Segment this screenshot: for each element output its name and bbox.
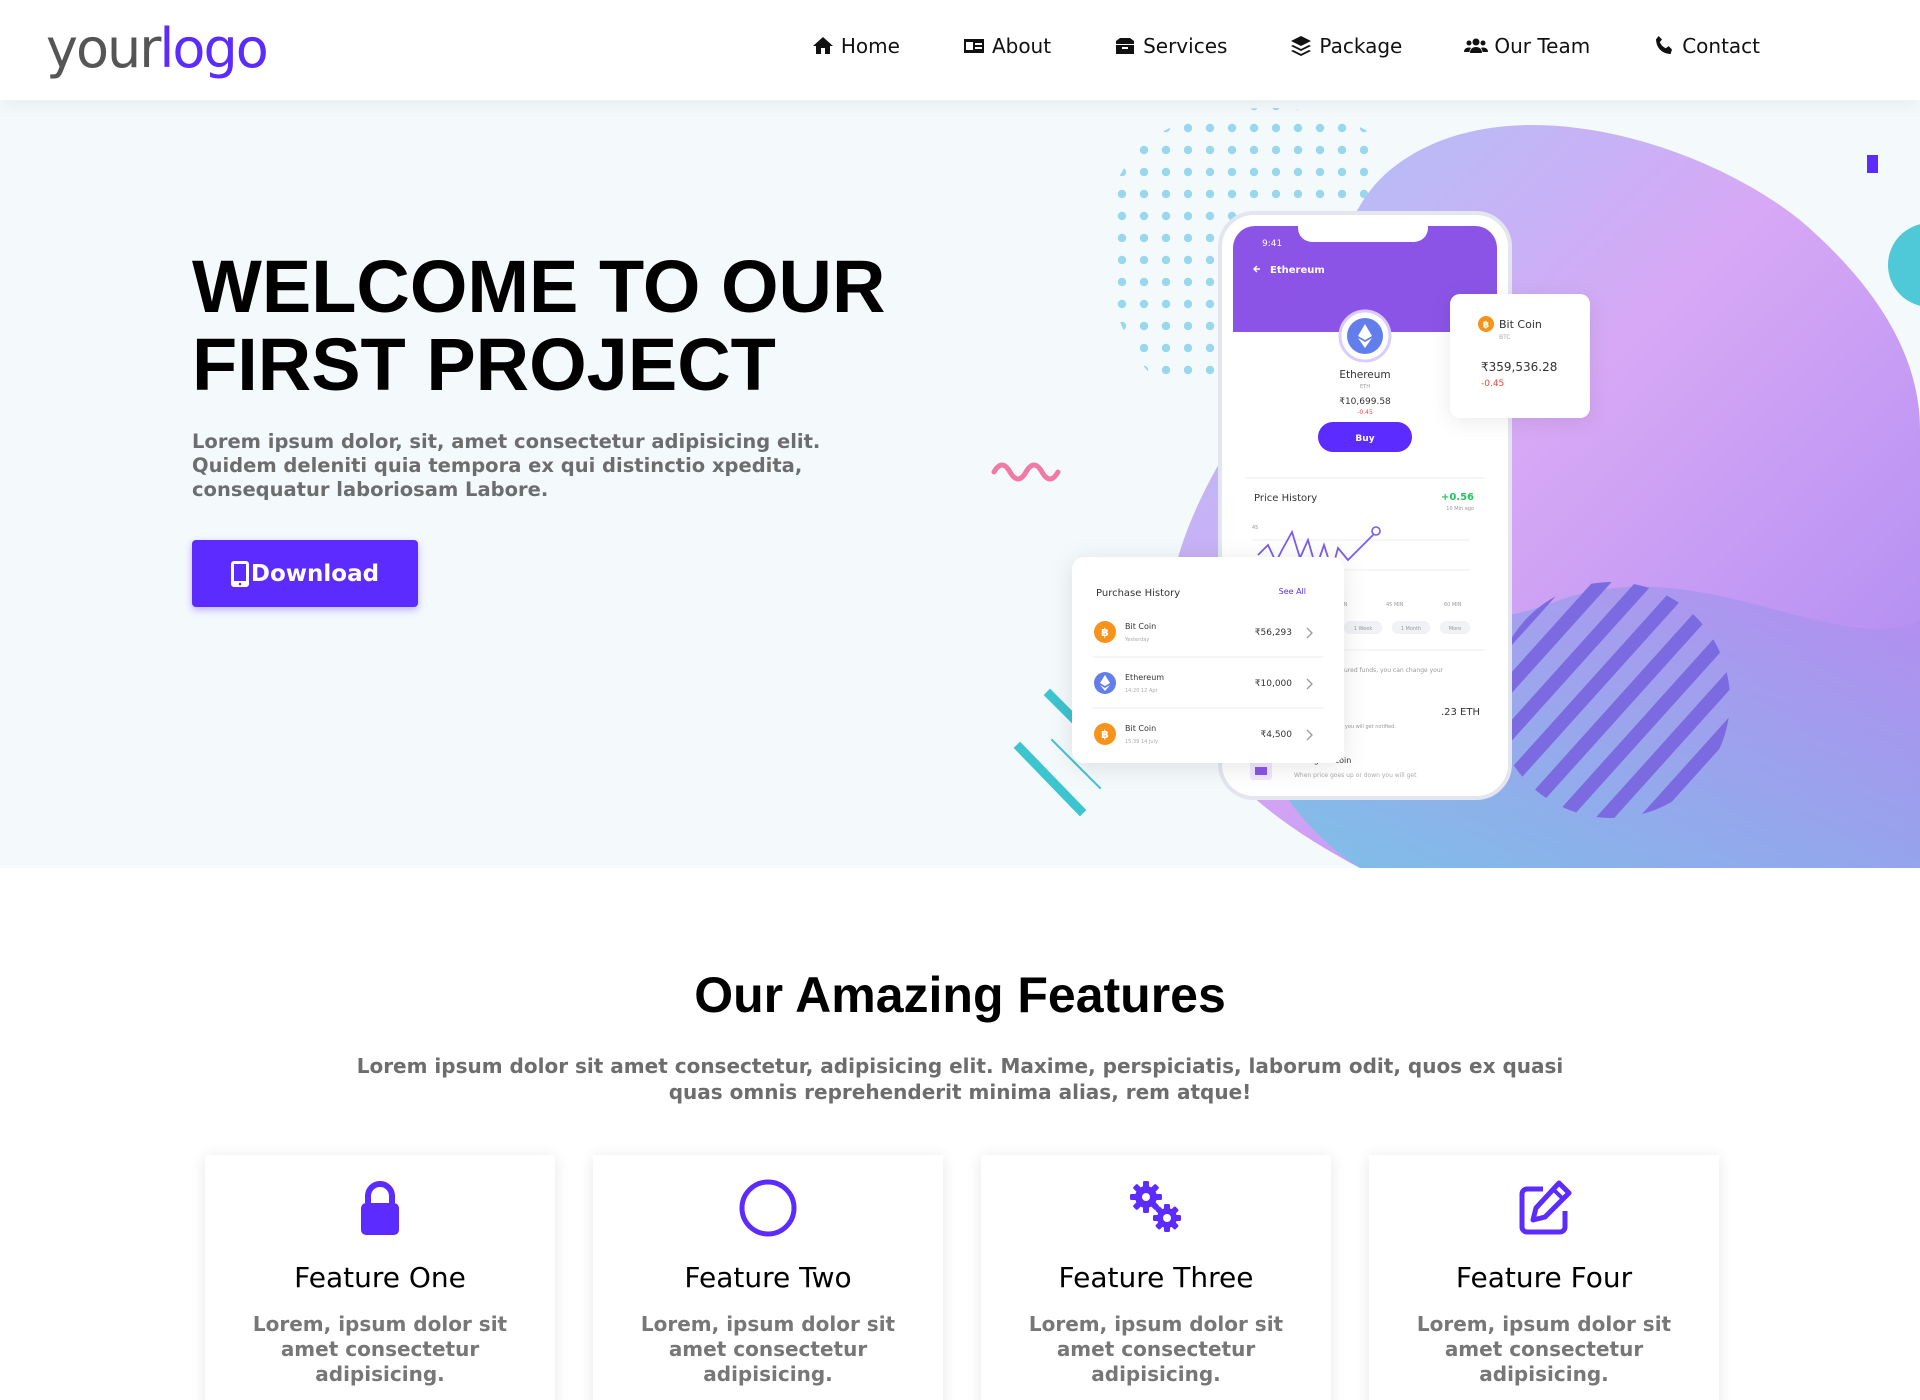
feature-card-title: Feature Two bbox=[684, 1261, 852, 1294]
notify-text: en you will get notified. bbox=[1337, 724, 1396, 730]
eth-amount: .23 ETH bbox=[1441, 707, 1480, 718]
hero-text: Lorem ipsum dolor, sit, amet consectetur… bbox=[192, 430, 821, 501]
hero-title-line1: WELCOME TO OUR bbox=[192, 245, 886, 328]
purchase-title: Purchase History bbox=[1096, 588, 1180, 599]
layers-icon bbox=[1291, 36, 1312, 56]
mobile-icon bbox=[230, 560, 249, 587]
btc-card-change: -0.45 bbox=[1481, 379, 1504, 389]
filter-month: 1 Month bbox=[1401, 626, 1421, 632]
feature-card-title: Feature Four bbox=[1455, 1261, 1633, 1294]
price-history-change: +0.56 bbox=[1441, 492, 1474, 503]
boxes-icon bbox=[1116, 38, 1135, 54]
hero-section: WELCOME TO OUR FIRST PROJECT Lorem ipsum… bbox=[0, 100, 1920, 868]
btc-card-price: ₹359,536.28 bbox=[1481, 360, 1557, 374]
logo[interactable]: yourlogo bbox=[46, 14, 269, 84]
feature-card-text: Lorem, ipsum dolor sit amet consectetur … bbox=[1028, 1312, 1284, 1386]
users-icon bbox=[1464, 38, 1489, 53]
feature-card-title: Feature Three bbox=[1058, 1261, 1254, 1294]
hero-title-line2: FIRST PROJECT bbox=[192, 323, 776, 406]
nav-about[interactable]: About bbox=[962, 34, 1051, 58]
nav-contact-label: Contact bbox=[1682, 34, 1760, 58]
main-nav: Home About Services Package Our Team Con… bbox=[811, 34, 1760, 58]
nav-package[interactable]: Package bbox=[1289, 34, 1402, 58]
feature-cards: Feature One Lorem, ipsum dolor sit amet … bbox=[205, 1155, 1719, 1400]
btc-card-code: BTC bbox=[1499, 334, 1511, 341]
purchase-item-date: 15:39 14 July bbox=[1125, 739, 1158, 745]
circle-icon bbox=[739, 1179, 797, 1237]
purchase-item-name: Bit Coin bbox=[1125, 724, 1156, 733]
feature-card-text: Lorem, ipsum dolor sit amet consectetur … bbox=[252, 1312, 508, 1386]
gears-icon bbox=[1130, 1181, 1181, 1232]
feature-card[interactable]: Feature Two Lorem, ipsum dolor sit amet … bbox=[593, 1155, 943, 1400]
home-icon bbox=[812, 37, 833, 54]
phone-back-title: Ethereum bbox=[1270, 265, 1325, 276]
id-card-icon bbox=[963, 39, 984, 53]
purchase-item-amount: ₹56,293 bbox=[1255, 628, 1292, 638]
nav-services[interactable]: Services bbox=[1113, 34, 1227, 58]
axis-label-45: 45 bbox=[1252, 525, 1258, 531]
price-history-label: Price History bbox=[1254, 493, 1317, 504]
purchase-see-all: See All bbox=[1279, 587, 1306, 596]
nav-team[interactable]: Our Team bbox=[1464, 34, 1590, 58]
features-title: Our Amazing Features bbox=[694, 967, 1226, 1023]
nav-about-label: About bbox=[991, 34, 1052, 58]
purchase-item-date: 14:20 12 Apr bbox=[1125, 688, 1159, 694]
phone-icon bbox=[1656, 36, 1673, 54]
phone-coin-name: Ethereum bbox=[1339, 369, 1390, 381]
purchase-item-amount: ₹10,000 bbox=[1255, 679, 1292, 689]
accent-circle bbox=[1888, 224, 1920, 306]
feature-card-text: Lorem, ipsum dolor sit amet consectetur … bbox=[1416, 1312, 1672, 1386]
accent-square bbox=[1867, 155, 1878, 173]
phone-change: -0.45 bbox=[1357, 409, 1373, 416]
chart-tick-3: 60 MIN bbox=[1444, 602, 1462, 608]
logo-word-logo: logo bbox=[159, 17, 268, 80]
feature-card[interactable]: Feature One Lorem, ipsum dolor sit amet … bbox=[205, 1155, 555, 1400]
alert-sub: When price goes up or down you will get bbox=[1294, 772, 1417, 779]
nav-home[interactable]: Home bbox=[811, 34, 900, 58]
svg-text:฿: ฿ bbox=[1483, 321, 1489, 331]
feature-card-title: Feature One bbox=[294, 1261, 466, 1294]
download-button[interactable]: Download bbox=[192, 540, 418, 607]
nav-team-label: Our Team bbox=[1494, 34, 1591, 58]
purchase-history-card: Purchase History See All ฿ Bit Coin Yest… bbox=[1072, 557, 1344, 763]
phone-time: 9:41 bbox=[1262, 239, 1282, 249]
btc-card-name: Bit Coin bbox=[1499, 318, 1542, 331]
btc-card: ฿ Bit Coin BTC ₹359,536.28 -0.45 bbox=[1450, 294, 1590, 418]
purchase-item-date: Yesterday bbox=[1124, 637, 1149, 643]
phone-price: ₹10,699.58 bbox=[1339, 397, 1391, 407]
hero-title: WELCOME TO OUR FIRST PROJECT bbox=[192, 248, 952, 404]
nav-contact[interactable]: Contact bbox=[1652, 34, 1760, 58]
site-header: yourlogo Home About Services Package Our… bbox=[0, 0, 1920, 100]
filter-more: More bbox=[1449, 626, 1461, 632]
features-subtitle: Lorem ipsum dolor sit amet consectetur, … bbox=[356, 1054, 1564, 1104]
nav-package-label: Package bbox=[1319, 34, 1403, 58]
phone-coin-code: ETH bbox=[1360, 384, 1370, 390]
pink-squiggle bbox=[991, 462, 1061, 482]
nav-home-label: Home bbox=[840, 34, 900, 58]
download-label: Download bbox=[250, 560, 380, 587]
logo-word-your: your bbox=[46, 17, 161, 80]
svg-text:฿: ฿ bbox=[1101, 728, 1109, 741]
feature-card[interactable]: Feature Three Lorem, ipsum dolor sit ame… bbox=[981, 1155, 1331, 1400]
purchase-item-amount: ₹4,500 bbox=[1261, 730, 1293, 740]
filter-week: 1 Week bbox=[1354, 626, 1373, 632]
nav-services-label: Services bbox=[1143, 34, 1228, 58]
phone-buy-label: Buy bbox=[1355, 434, 1374, 444]
purchase-item-name: Ethereum bbox=[1125, 673, 1164, 682]
feature-card[interactable]: Feature Four Lorem, ipsum dolor sit amet… bbox=[1369, 1155, 1719, 1400]
hero-illustration: 9:41 Ethereum Ethereum ETH ₹10,699.58 -0… bbox=[991, 107, 1920, 868]
svg-text:฿: ฿ bbox=[1101, 626, 1109, 639]
edit-icon bbox=[1519, 1180, 1572, 1235]
secure-text: ecured funds, you can change your bbox=[1337, 667, 1444, 674]
lock-icon bbox=[361, 1181, 399, 1235]
chart-tick-2: 45 MIN bbox=[1386, 602, 1404, 608]
purchase-item-name: Bit Coin bbox=[1125, 622, 1156, 631]
feature-card-text: Lorem, ipsum dolor sit amet consectetur … bbox=[640, 1312, 896, 1386]
price-history-sub: 10 Min ago bbox=[1446, 506, 1474, 512]
